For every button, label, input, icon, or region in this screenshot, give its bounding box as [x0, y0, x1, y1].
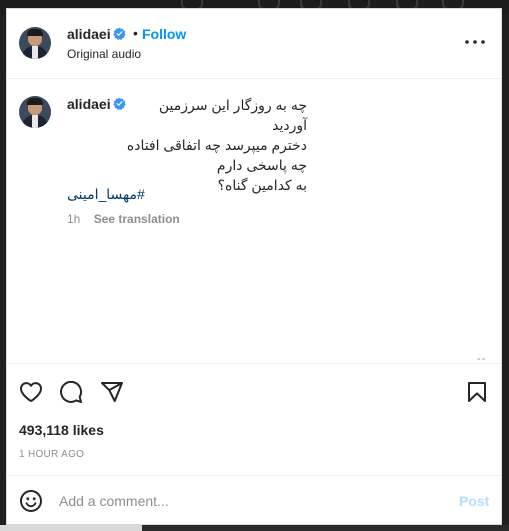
see-translation-button[interactable]: See translation — [94, 212, 180, 226]
verified-badge-icon — [113, 27, 126, 40]
post-header: alidaei • Follow Original audio — [7, 9, 501, 79]
likes-count[interactable]: 493,118 likes — [19, 422, 104, 438]
background-strip — [142, 525, 509, 531]
follow-button[interactable]: Follow — [142, 26, 186, 42]
comment-icon[interactable] — [59, 380, 83, 404]
bookmark-icon[interactable] — [465, 380, 489, 404]
caption-meta: 1h See translation — [67, 212, 180, 226]
emoji-icon[interactable] — [19, 489, 43, 513]
separator-dot: • — [133, 25, 138, 41]
post-timestamp: 1 HOUR AGO — [19, 449, 85, 460]
caption-avatar[interactable] — [19, 96, 51, 128]
post-panel: alidaei • Follow Original audio alidaei … — [6, 8, 502, 525]
comment-bar: Post — [7, 475, 501, 525]
audio-label[interactable]: Original audio — [67, 47, 141, 61]
header-username[interactable]: alidaei — [67, 26, 111, 42]
comment-input[interactable] — [59, 490, 439, 512]
background-strip — [0, 525, 142, 531]
caption-line: چه پاسخی دارم — [216, 157, 307, 173]
caption-line: دخترم میپرسد چه اتفاقی افتاده — [126, 137, 307, 153]
avatar[interactable] — [19, 27, 51, 59]
more-options-icon[interactable] — [463, 34, 487, 50]
share-icon[interactable] — [100, 380, 124, 404]
action-bar: 493,118 likes 1 HOUR AGO — [7, 363, 501, 475]
hashtag-link[interactable]: #مهسا_امینی — [67, 186, 145, 203]
post-button[interactable]: Post — [459, 493, 489, 509]
caption-line: چه به روزگار این سرزمین آوردید — [158, 97, 307, 133]
caption-section: alidaei چه به روزگار این سرزمین آوردید د… — [7, 79, 501, 365]
caption-text: چه به روزگار این سرزمین آوردید دخترم میپ… — [67, 95, 307, 195]
caption-time: 1h — [67, 212, 81, 226]
heart-icon[interactable] — [19, 380, 43, 404]
